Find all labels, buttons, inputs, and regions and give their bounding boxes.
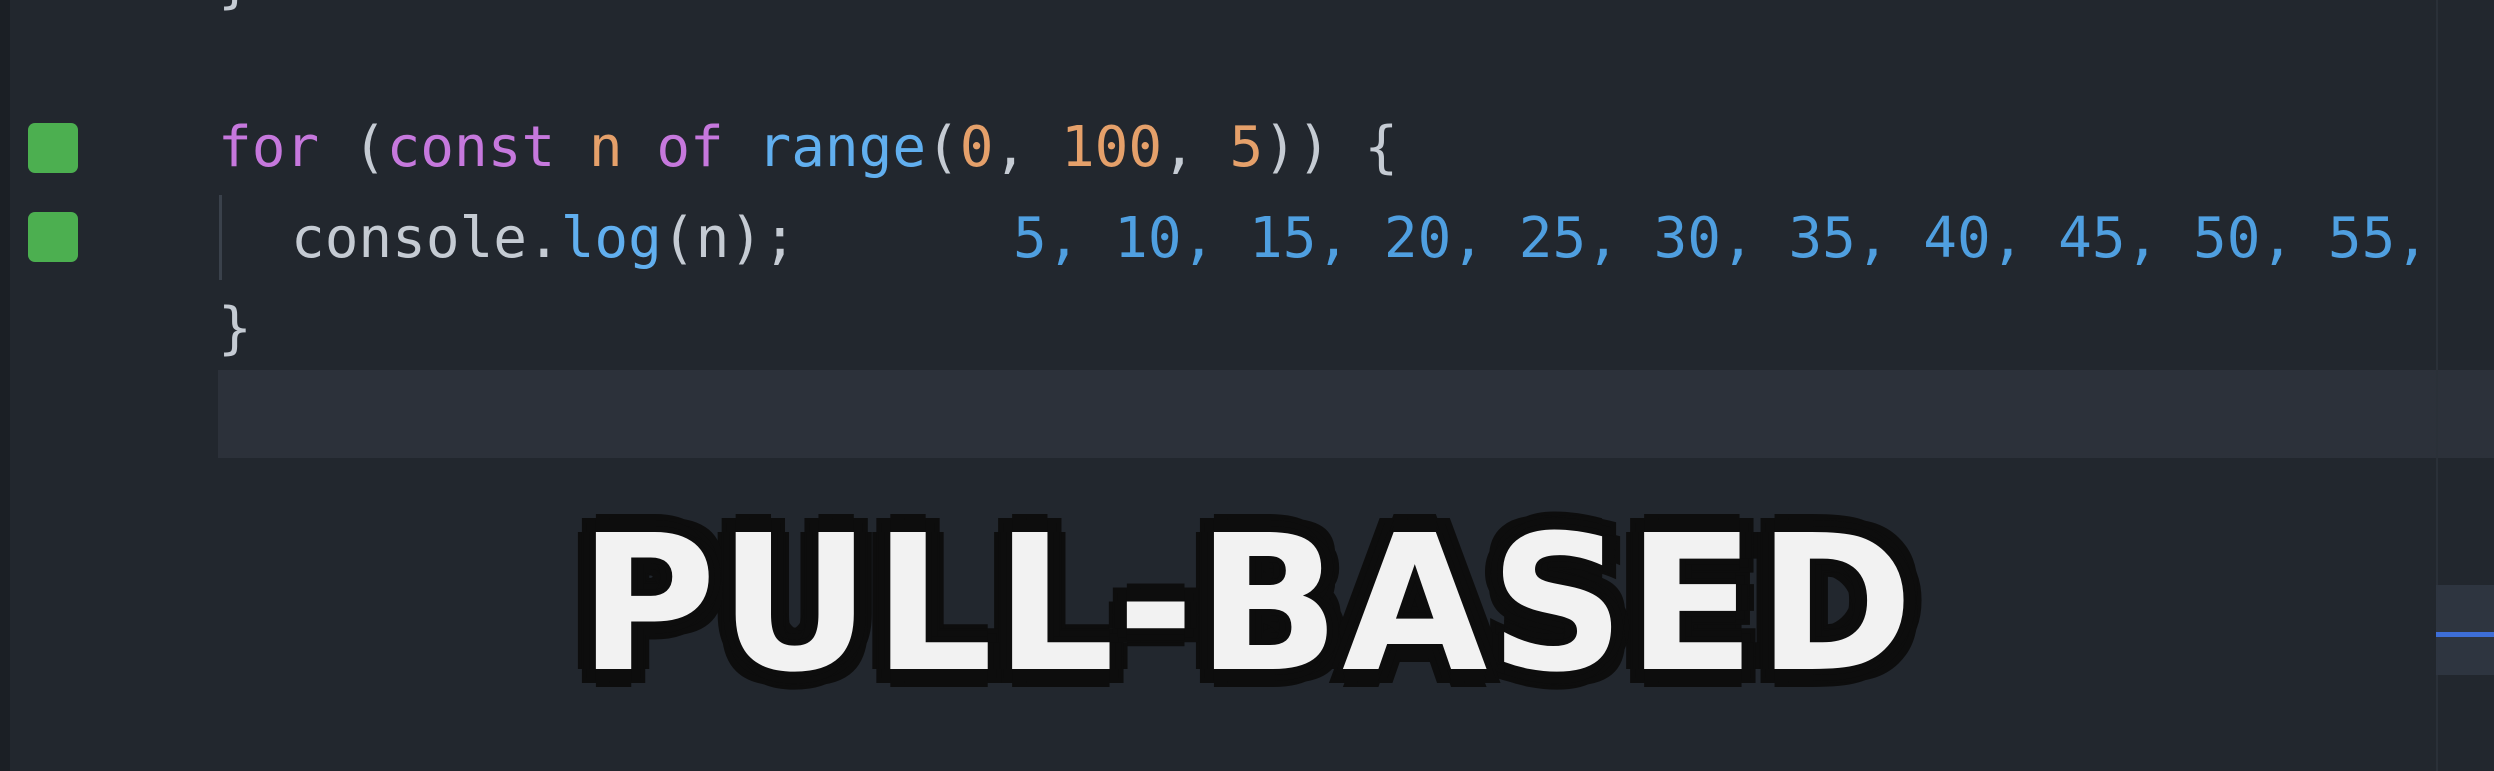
caption-overlay: PULL-BASED bbox=[578, 495, 1916, 714]
console-object: console. bbox=[291, 206, 561, 271]
args-close: )) { bbox=[1263, 115, 1399, 180]
line-marker-for[interactable] bbox=[28, 123, 78, 173]
code-line-console: console.log(n); bbox=[291, 194, 797, 284]
line-marker-console[interactable] bbox=[28, 212, 78, 262]
call-args: (n); bbox=[661, 206, 797, 271]
arg-step: 5 bbox=[1229, 115, 1264, 180]
code-line-for: for (const n of range(0, 100, 5)) { bbox=[218, 103, 1398, 193]
inline-output: 5, 10, 15, 20, 25, 30, 35, 40, 45, 50, 5… bbox=[1013, 206, 2430, 271]
indent-guide bbox=[219, 195, 222, 280]
code-line-close: } bbox=[218, 296, 252, 361]
paren-open: ( bbox=[319, 115, 387, 180]
keyword-for: for bbox=[218, 115, 320, 180]
code-editor[interactable]: } for (const n of range(0, 100, 5)) { co… bbox=[0, 0, 2494, 771]
code-line-previous-close: } bbox=[218, 0, 252, 28]
arg-start: 0 bbox=[959, 115, 994, 180]
method-log: log bbox=[560, 206, 662, 271]
args-open: ( bbox=[926, 115, 960, 180]
arg-separator: , bbox=[993, 115, 1061, 180]
arg-separator: , bbox=[1162, 115, 1230, 180]
keyword-const: const bbox=[386, 115, 556, 180]
arg-end: 100 bbox=[1060, 115, 1163, 180]
keyword-of: of bbox=[656, 115, 724, 180]
variable-n: n bbox=[588, 115, 623, 180]
current-line-highlight bbox=[218, 370, 2494, 458]
function-range: range bbox=[757, 115, 927, 180]
